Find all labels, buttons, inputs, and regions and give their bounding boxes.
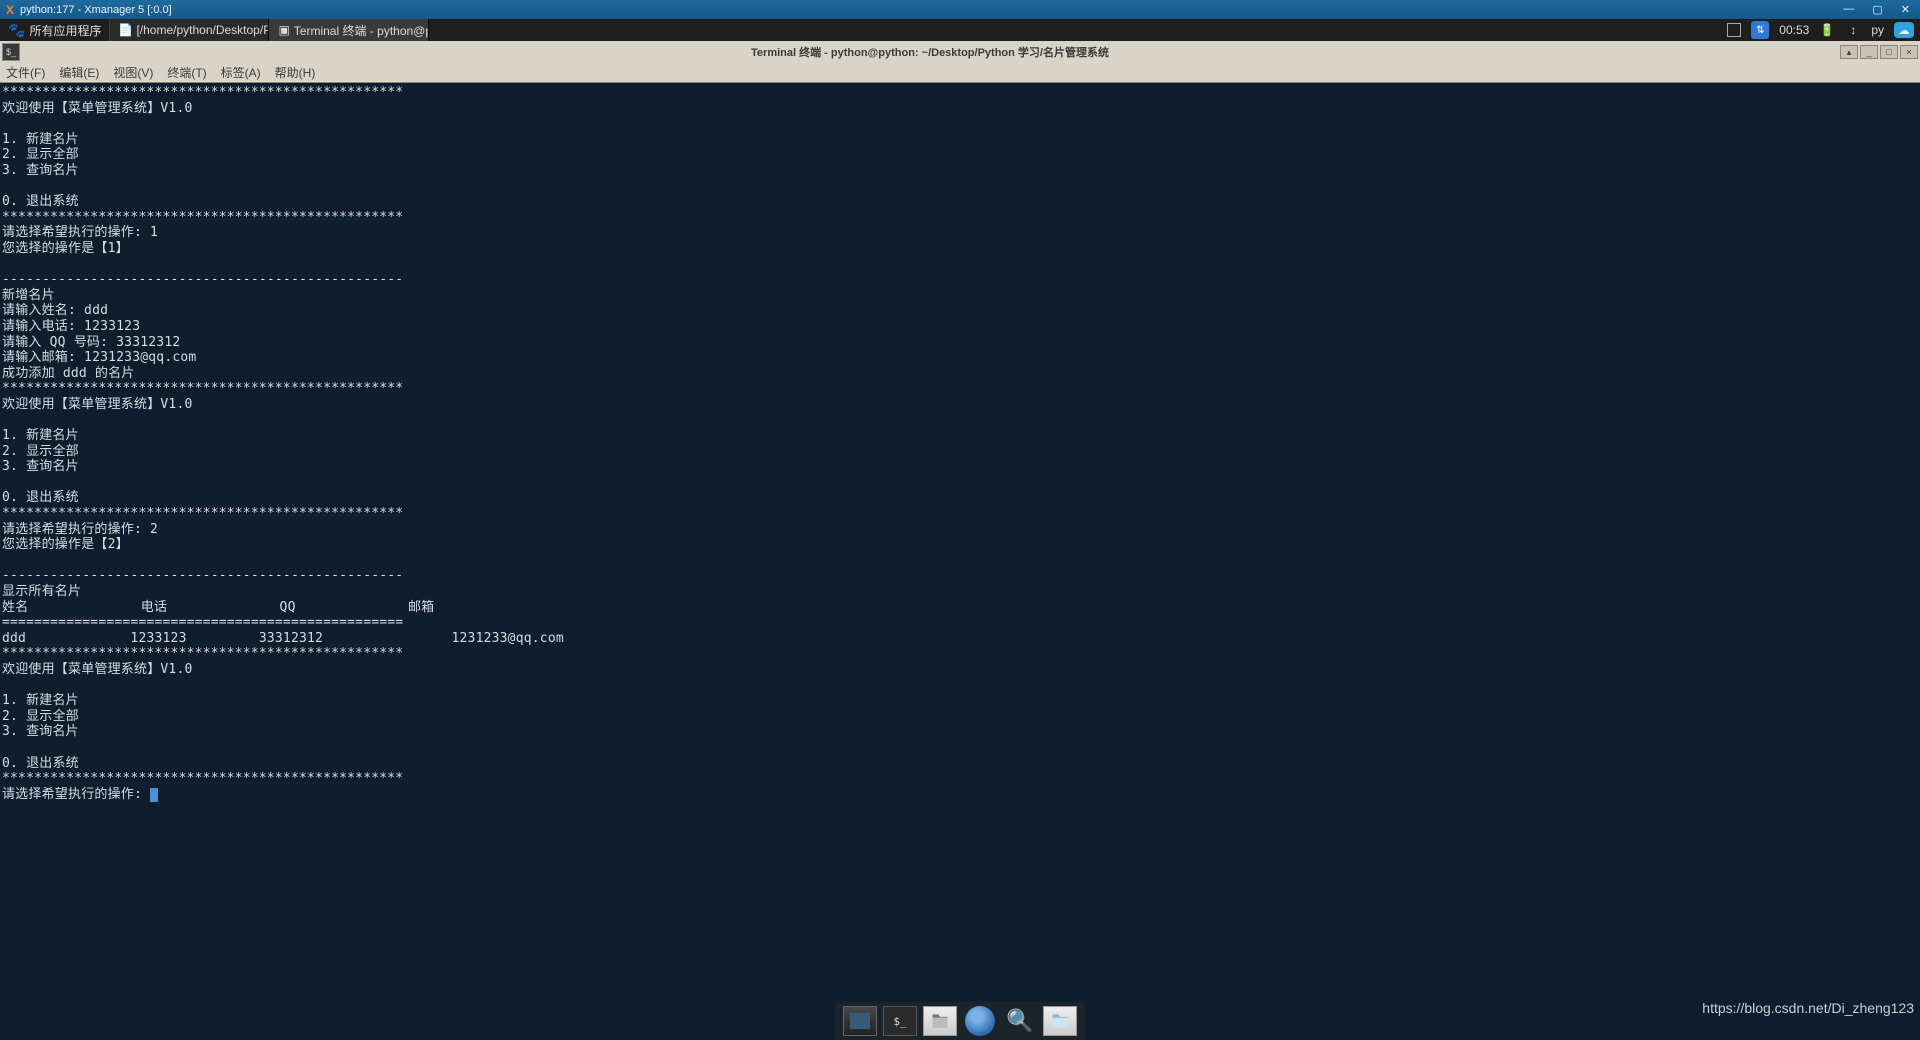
battery-tray-icon[interactable]: 🔋 — [1819, 22, 1835, 38]
terminal-close-button[interactable]: × — [1900, 45, 1918, 59]
close-button[interactable]: ✕ — [1901, 3, 1910, 16]
terminal-app-icon: $_ — [2, 43, 20, 61]
menu-edit[interactable]: 编辑(E) — [59, 64, 99, 81]
dock-show-desktop[interactable] — [843, 1006, 877, 1036]
network-tray-icon[interactable]: ⇅ — [1751, 21, 1769, 39]
dock-files[interactable] — [1043, 1006, 1077, 1036]
taskbar-item-terminal[interactable]: ▣ Terminal 终端 - python@pyth... — [269, 19, 429, 41]
xmanager-titlebar: X python:177 - Xmanager 5 [:0.0] — ▢ ✕ — [0, 0, 1920, 19]
terminal-icon: ▣ — [278, 23, 289, 37]
panel-clock[interactable]: 00:53 — [1779, 23, 1809, 37]
menu-file[interactable]: 文件(F) — [6, 64, 45, 81]
watermark-url: https://blog.csdn.net/Di_zheng123 — [1702, 1000, 1914, 1016]
menu-help[interactable]: 帮助(H) — [275, 64, 316, 81]
bottom-dock: $_ 🔍 — [835, 1002, 1085, 1040]
dock-web-browser[interactable] — [963, 1006, 997, 1036]
xfce-paw-icon: 🐾 — [8, 22, 25, 39]
menu-terminal[interactable]: 终端(T) — [167, 64, 206, 81]
terminal-rollup-button[interactable]: ▴ — [1840, 45, 1858, 59]
menu-view[interactable]: 视图(V) — [113, 64, 153, 81]
desktop-panel: 🐾 所有应用程序 📄 [/home/python/Desktop/Pyth...… — [0, 19, 1920, 41]
xmanager-title: python:177 - Xmanager 5 [:0.0] — [20, 4, 1843, 16]
taskbar-item-filemanager[interactable]: 📄 [/home/python/Desktop/Pyth... — [109, 19, 269, 41]
terminal-maximize-button[interactable]: □ — [1880, 45, 1898, 59]
cloud-tray-icon[interactable]: ☁ — [1894, 22, 1914, 38]
updown-tray-icon[interactable]: ↕ — [1845, 22, 1861, 38]
terminal-titlebar[interactable]: $_ Terminal 终端 - python@python: ~/Deskto… — [0, 41, 1920, 63]
terminal-title: Terminal 终端 - python@python: ~/Desktop/P… — [20, 44, 1840, 60]
show-desktop-button[interactable] — [1727, 23, 1741, 37]
globe-icon — [965, 1006, 995, 1036]
file-icon: 📄 — [118, 23, 132, 37]
applications-label: 所有应用程序 — [29, 22, 101, 39]
py-indicator[interactable]: py — [1871, 23, 1884, 37]
terminal-content[interactable]: ****************************************… — [0, 83, 1920, 1040]
taskbar-label-1: [/home/python/Desktop/Pyth... — [136, 23, 269, 37]
dock-home-folder[interactable] — [923, 1006, 957, 1036]
minimize-button[interactable]: — — [1843, 3, 1854, 16]
maximize-button[interactable]: ▢ — [1872, 3, 1882, 16]
terminal-menubar: 文件(F) 编辑(E) 视图(V) 终端(T) 标签(A) 帮助(H) — [0, 63, 1920, 83]
applications-menu[interactable]: 🐾 所有应用程序 — [0, 19, 109, 41]
xmanager-logo-icon: X — [6, 3, 14, 17]
dock-search[interactable]: 🔍 — [1003, 1006, 1037, 1036]
dock-terminal[interactable]: $_ — [883, 1006, 917, 1036]
taskbar-label-2: Terminal 终端 - python@pyth... — [294, 22, 430, 39]
menu-tabs[interactable]: 标签(A) — [221, 64, 261, 81]
terminal-minimize-button[interactable]: _ — [1860, 45, 1878, 59]
terminal-window: $_ Terminal 终端 - python@python: ~/Deskto… — [0, 41, 1920, 1040]
